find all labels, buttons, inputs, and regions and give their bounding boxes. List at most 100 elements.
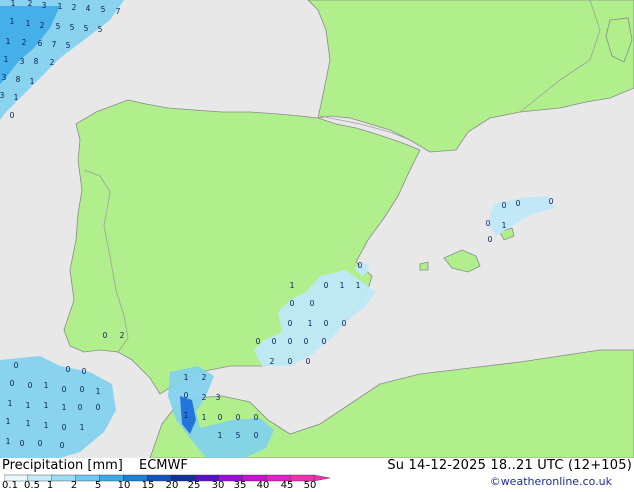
legend-model: ECMWF xyxy=(139,458,188,473)
precip-value-label: 2 xyxy=(72,3,77,12)
map-canvas: 1 2 3 1 2 4 5 71 1 2 5 5 5 51 2 6 7 51 3 8 23 8 13 100 0 00 1000 1 1… xyxy=(0,0,634,458)
precip-value-label: 0 xyxy=(502,201,507,210)
precip-value-label: 5 xyxy=(70,23,75,32)
precip-value-label: 2 xyxy=(22,38,27,47)
precip-value-label: 0 xyxy=(324,281,329,290)
precip-value-label: 1 xyxy=(44,381,49,390)
precip-value-label: 1 xyxy=(80,423,85,432)
precip-value-label: 0 xyxy=(96,403,101,412)
precip-value-label: 0 xyxy=(236,413,241,422)
precip-value-label: 0 xyxy=(288,337,293,346)
precip-value-label: 0 xyxy=(66,365,71,374)
precip-value-label: 1 xyxy=(44,401,49,410)
legend-date: Su 14-12-2025 18..21 UTC (12+105) xyxy=(387,458,632,473)
precip-value-label: 0 xyxy=(20,439,25,448)
legend-title: Precipitation [mm] xyxy=(2,458,123,473)
precip-value-label: 0 xyxy=(218,413,223,422)
color-scale-label: 50 xyxy=(303,480,317,491)
precipitation-map[interactable]: 1231245711255551267513823813100000100011… xyxy=(0,0,634,458)
precip-value-label: 0 xyxy=(103,331,108,340)
precip-value-label: 0 xyxy=(14,361,19,370)
precip-value-label: 4 xyxy=(86,4,91,13)
precip-value-label: 0 xyxy=(310,299,315,308)
color-scale-label: 1 xyxy=(46,480,54,491)
precip-value-label: 1 xyxy=(62,403,67,412)
precip-value-label: 0 xyxy=(38,439,43,448)
precip-value-label: 0 xyxy=(516,199,521,208)
precip-value-label: 6 xyxy=(38,39,43,48)
precip-value-label: 1 xyxy=(14,93,19,102)
precip-value-label: 1 xyxy=(184,373,189,382)
color-scale-label: 10 xyxy=(117,480,131,491)
precip-value-label: 1 xyxy=(290,281,295,290)
precip-value-label: 1 xyxy=(218,431,223,440)
precip-value-label: 1 xyxy=(356,281,361,290)
color-scale-label: 0.5 xyxy=(24,480,40,491)
precip-value-label: 1 xyxy=(26,401,31,410)
color-scale-label: 5 xyxy=(94,480,102,491)
precip-value-label: 0 xyxy=(60,441,65,450)
color-scale-label: 35 xyxy=(233,480,247,491)
precip-value-label: 1 xyxy=(96,387,101,396)
legend-bar: Precipitation [mm] ECMWF Su 14-12-2025 1… xyxy=(0,458,634,492)
precip-value-label: 5 xyxy=(56,22,61,31)
precip-value-label: 1 xyxy=(202,413,207,422)
precip-value-label: 1 xyxy=(26,419,31,428)
precip-value-label: 0 xyxy=(254,431,259,440)
precip-value-label: 5 xyxy=(236,431,241,440)
precip-value-label: 3 xyxy=(20,57,25,66)
precip-value-label: 1 xyxy=(340,281,345,290)
precip-value-label: 0 xyxy=(288,319,293,328)
precip-value-label: 8 xyxy=(34,57,39,66)
precip-value-label: 0 xyxy=(184,391,189,400)
precip-value-label: 1 xyxy=(4,55,9,64)
color-scale-label: 2 xyxy=(70,480,78,491)
precip-value-label: 1 xyxy=(10,17,15,26)
precip-value-label: 0 xyxy=(256,337,261,346)
precip-value-label: 7 xyxy=(116,7,121,16)
precip-value-label: 8 xyxy=(16,75,21,84)
precip-value-label: 0 xyxy=(488,235,493,244)
precip-value-label: 3 xyxy=(0,91,5,100)
precip-value-label: 1 xyxy=(184,411,189,420)
precip-value-label: 1 xyxy=(44,421,49,430)
legend-credit[interactable]: ©weatheronline.co.uk xyxy=(490,475,612,488)
precip-value-label: 1 xyxy=(8,399,13,408)
precip-value-label: 5 xyxy=(66,41,71,50)
precip-value-label: 5 xyxy=(84,24,89,33)
precip-value-label: 3 xyxy=(2,73,7,82)
color-scale-label: 25 xyxy=(187,480,201,491)
precip-value-label: 0 xyxy=(254,413,259,422)
precip-value-label: 0 xyxy=(10,111,15,120)
precip-value-label: 1 xyxy=(58,2,63,11)
precip-value-label: 5 xyxy=(101,5,106,14)
precip-value-label: 0 xyxy=(78,403,83,412)
precip-value-label: 0 xyxy=(82,367,87,376)
precip-value-label: 0 xyxy=(486,219,491,228)
color-scale-label: 30 xyxy=(211,480,225,491)
precip-value-label: 0 xyxy=(288,357,293,366)
precip-value-label: 7 xyxy=(52,40,57,49)
color-scale-label: 0.1 xyxy=(2,480,18,491)
precip-value-label: 0 xyxy=(304,337,309,346)
precip-value-label: 2 xyxy=(40,21,45,30)
precip-value-label: 1 xyxy=(11,0,16,8)
precip-value-label: 0 xyxy=(358,261,363,270)
precip-value-label: 2 xyxy=(202,393,207,402)
precip-value-label: 1 xyxy=(6,37,11,46)
precip-value-label: 0 xyxy=(80,385,85,394)
precip-value-label: 0 xyxy=(324,319,329,328)
precip-value-label: 0 xyxy=(549,197,554,206)
color-scale-labels: 0.1 0.5 1 2 5 10 15 20 25 30 35 40 45 50 xyxy=(0,480,340,492)
precip-value-label: 2 xyxy=(270,357,275,366)
color-scale-label: 45 xyxy=(280,480,294,491)
precip-value-label: 0 xyxy=(306,357,311,366)
color-scale-label: 20 xyxy=(165,480,179,491)
precip-value-label: 1 xyxy=(30,77,35,86)
precip-value-label: 0 xyxy=(10,379,15,388)
precip-value-label: 2 xyxy=(202,373,207,382)
precip-value-label: 1 xyxy=(6,417,11,426)
precip-value-label: 3 xyxy=(216,393,221,402)
precip-value-label: 1 xyxy=(26,19,31,28)
precip-value-label: 1 xyxy=(308,319,313,328)
